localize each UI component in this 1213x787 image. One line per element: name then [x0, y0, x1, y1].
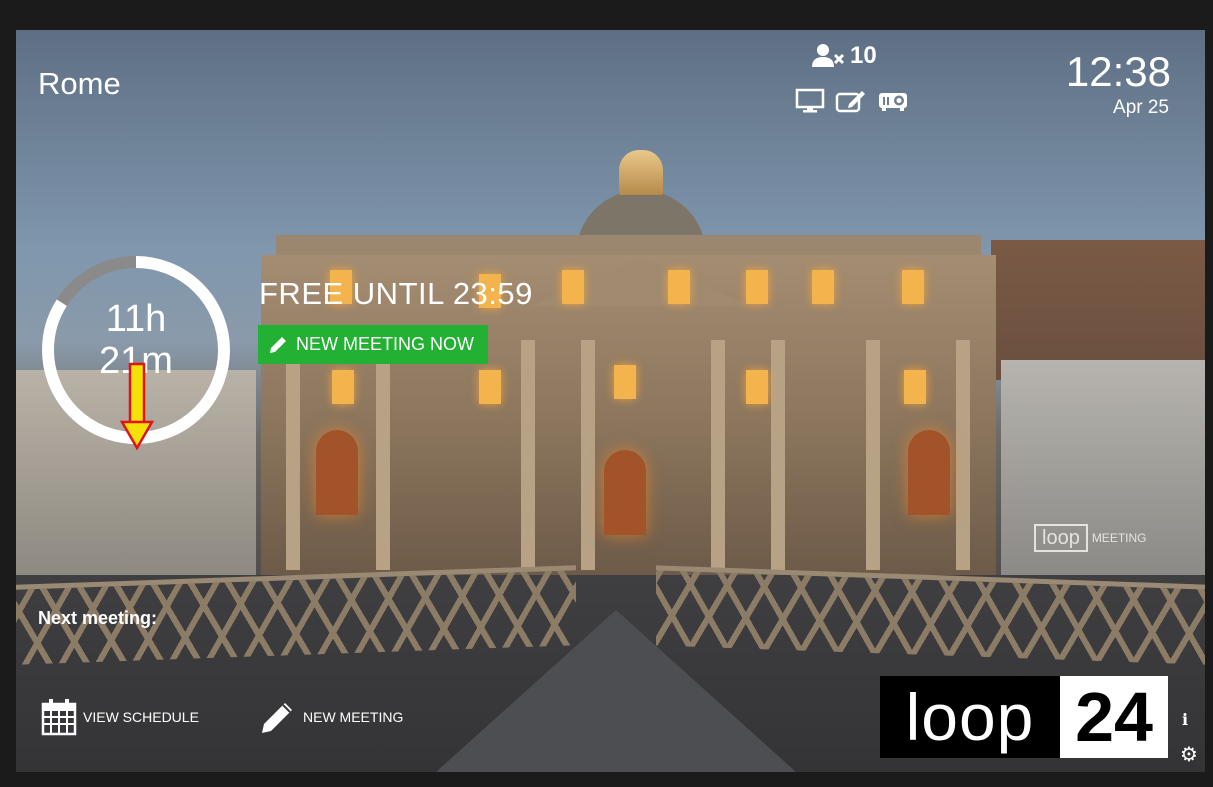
background-window — [746, 370, 768, 404]
background-building — [991, 240, 1205, 380]
new-meeting-button[interactable]: NEW MEETING — [259, 698, 403, 736]
background-column — [286, 340, 300, 570]
watermark-meeting: MEETING — [1091, 531, 1147, 545]
new-meeting-label: NEW MEETING — [303, 709, 404, 725]
arrow-down-icon — [120, 362, 154, 451]
whiteboard-icon — [835, 91, 865, 113]
background-window — [904, 370, 926, 404]
background-column — [581, 340, 595, 570]
background-window — [902, 270, 924, 304]
background-lantern — [619, 150, 663, 195]
background-arch — [604, 450, 646, 535]
people-icon — [812, 44, 845, 67]
background-window — [332, 370, 354, 404]
logo-word: loop — [880, 676, 1060, 758]
view-schedule-label: VIEW SCHEDULE — [83, 709, 199, 725]
background-window — [614, 365, 636, 399]
projector-icon — [879, 93, 907, 111]
pencil-icon — [262, 703, 292, 733]
new-meeting-now-button[interactable]: NEW MEETING NOW — [258, 325, 488, 364]
background-column — [956, 340, 970, 570]
background-arch — [316, 430, 358, 515]
display-icon — [795, 88, 825, 113]
calendar-icon — [41, 699, 77, 736]
pencil-icon — [270, 336, 286, 353]
background-window — [746, 270, 768, 304]
room-name: Rome — [38, 66, 121, 101]
availability-status: FREE UNTIL 23:59 — [259, 276, 533, 311]
background-arch — [908, 430, 950, 515]
background-column — [521, 340, 535, 570]
room-display-screen: Rome 10 12:38 Apr 25 11h 21m FREE UNTIL … — [16, 30, 1205, 772]
clock-date: Apr 25 — [1113, 97, 1169, 118]
logo-number: 24 — [1060, 676, 1168, 758]
capacity-indicator: 10 — [812, 42, 877, 70]
clock-time: 12:38 — [1065, 48, 1171, 95]
watermark-loop: loop — [1034, 524, 1088, 552]
info-icon[interactable]: i — [1182, 710, 1188, 729]
background-window — [668, 270, 690, 304]
background-window — [479, 370, 501, 404]
background-column — [711, 340, 725, 570]
next-meeting-label: Next meeting: — [38, 608, 158, 628]
background-window — [812, 270, 834, 304]
background-column — [866, 340, 880, 570]
remaining-hours: 11h — [105, 298, 167, 340]
loop24-logo: loop 24 — [880, 676, 1168, 758]
capacity-count: 10 — [850, 42, 877, 69]
new-meeting-now-label: NEW MEETING NOW — [296, 334, 474, 354]
loop-meeting-watermark: loop MEETING — [1034, 524, 1146, 552]
gear-icon[interactable]: ⚙ — [1180, 742, 1198, 767]
background-column — [771, 340, 785, 570]
amenities-bar — [795, 88, 909, 114]
view-schedule-button[interactable]: VIEW SCHEDULE — [41, 698, 199, 736]
background-column — [376, 340, 390, 570]
background-window — [562, 270, 584, 304]
